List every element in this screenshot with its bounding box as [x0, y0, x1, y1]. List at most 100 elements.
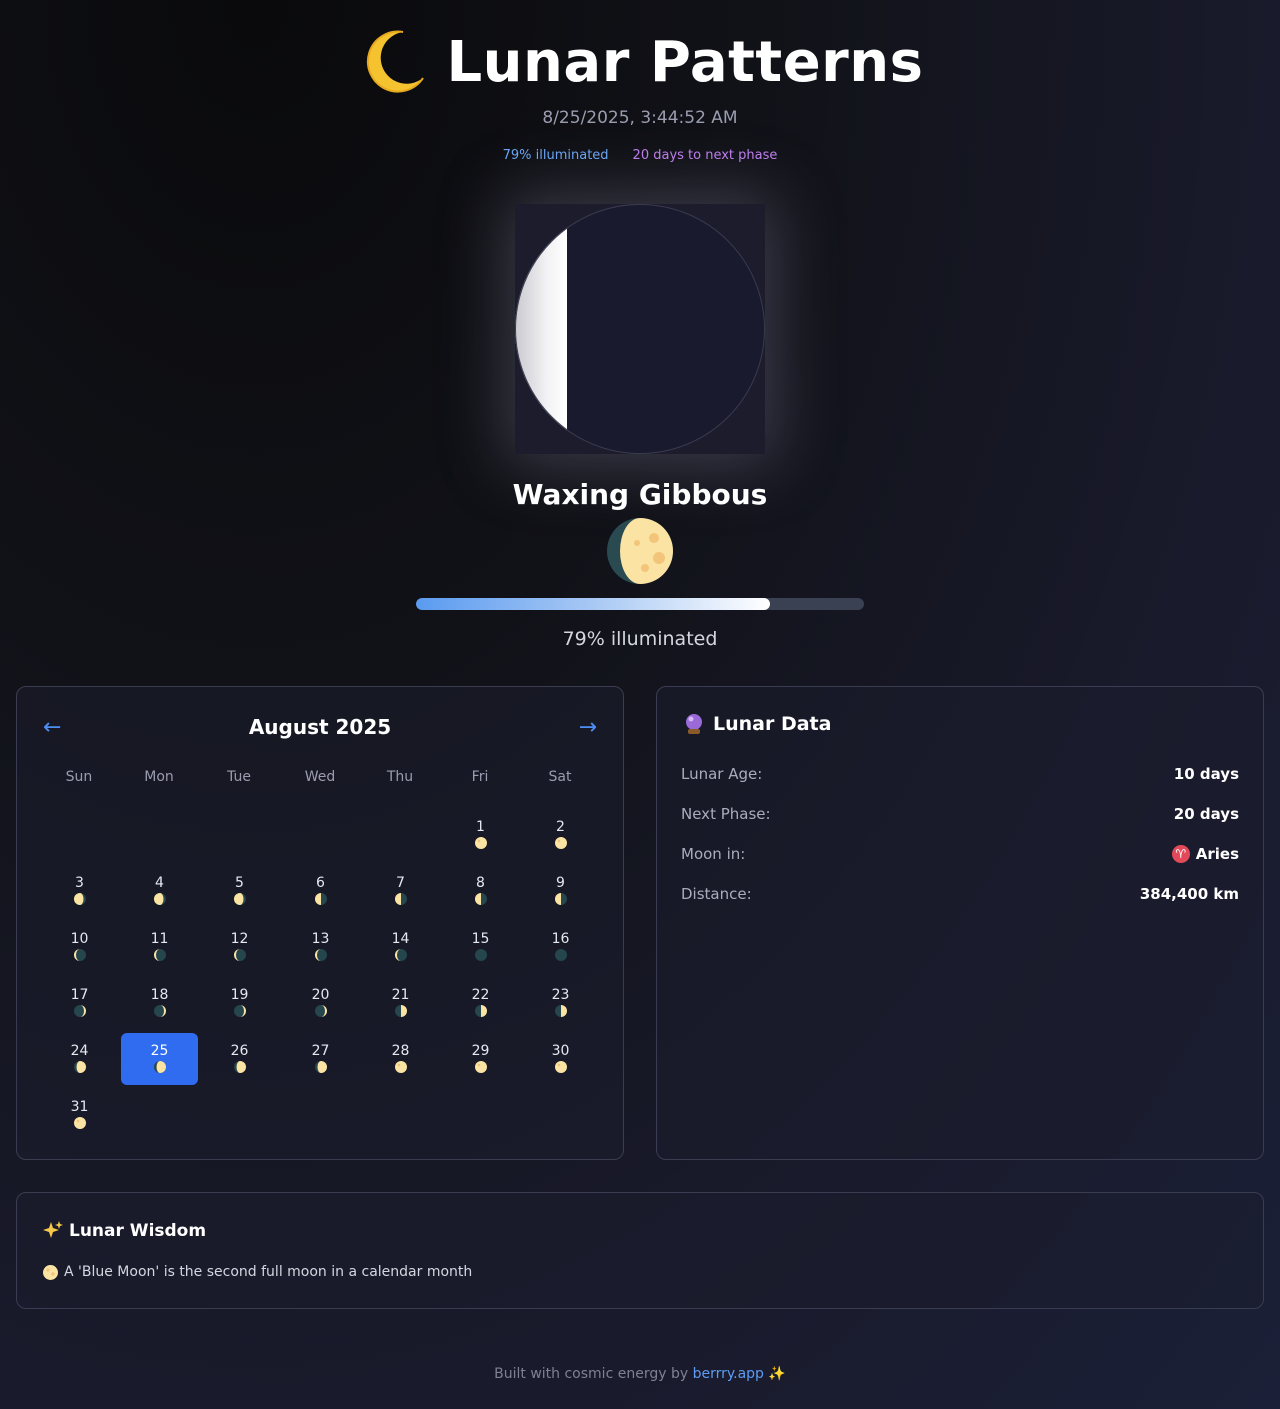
moon-phase-icon	[153, 1005, 166, 1017]
calendar-day[interactable]: 30	[522, 1033, 599, 1085]
distance-value: 384,400 km	[1139, 885, 1239, 903]
calendar-day[interactable]: 14	[362, 921, 439, 973]
calendar-day[interactable]: 20	[282, 977, 359, 1029]
calendar-day[interactable]: 19	[201, 977, 278, 1029]
calendar-day[interactable]: 22	[442, 977, 519, 1029]
sparkles-icon: ✨	[768, 1366, 786, 1382]
lunar-age-label: Lunar Age:	[681, 765, 763, 783]
calendar-day-number: 11	[150, 931, 169, 947]
calendar-day[interactable]: 27	[282, 1033, 359, 1085]
calendar-day[interactable]: 4	[121, 865, 198, 917]
moon-phase-icon	[73, 893, 86, 905]
datetime: 8/25/2025, 3:44:52 AM	[542, 108, 738, 128]
illuminated-pill: 79% illuminated	[502, 148, 609, 163]
calendar-day-number: 1	[476, 819, 485, 835]
page-title: Lunar Patterns	[446, 29, 924, 95]
illumination-progress-fill	[416, 598, 770, 610]
calendar-day-number: 27	[311, 1043, 330, 1059]
full-moon-icon	[43, 1264, 58, 1280]
calendar-day-number: 18	[150, 987, 169, 1003]
calendar-day[interactable]: 21	[362, 977, 439, 1029]
calendar-day-number: 13	[311, 931, 330, 947]
calendar-day[interactable]: 28	[362, 1033, 439, 1085]
moon-phase-icon	[394, 949, 407, 961]
calendar-day[interactable]: 3	[41, 865, 118, 917]
distance-label: Distance:	[681, 885, 752, 903]
calendar-day[interactable]: 1	[442, 809, 519, 861]
calendar-day-number: 19	[230, 987, 249, 1003]
calendar-day[interactable]: 15	[442, 921, 519, 973]
calendar-day[interactable]: 17	[41, 977, 118, 1029]
moon-phase-icon	[153, 1061, 166, 1073]
next-phase-label: Next Phase:	[681, 805, 771, 823]
moon-phase-icon	[314, 1061, 327, 1073]
calendar-day-number: 2	[556, 819, 565, 835]
sparkles-icon	[43, 1221, 63, 1238]
moon-phase-icon	[233, 1005, 246, 1017]
calendar-day[interactable]: 16	[522, 921, 599, 973]
illumination-text: 79% illuminated	[562, 628, 718, 650]
status-pills: 79% illuminated 20 days to next phase	[0, 148, 1280, 163]
calendar-day-selected[interactable]: 25	[121, 1033, 198, 1085]
calendar-day[interactable]: 13	[282, 921, 359, 973]
moon-phase-icon	[73, 949, 86, 961]
calendar-day[interactable]: 11	[121, 921, 198, 973]
moon-phase-icon	[314, 1005, 327, 1017]
calendar-day-number: 8	[476, 875, 485, 891]
calendar-day-number: 7	[396, 875, 405, 891]
moon-visual	[515, 204, 765, 454]
moon-phase-icon	[554, 1061, 567, 1073]
calendar-day-number: 31	[70, 1099, 89, 1115]
lunar-wisdom-title: Lunar Wisdom	[43, 1221, 206, 1241]
moon-phase-icon	[554, 1005, 567, 1017]
calendar-day[interactable]: 12	[201, 921, 278, 973]
weekday-header: Thu	[386, 769, 414, 785]
moon-phase-icon	[73, 1005, 86, 1017]
calendar-day[interactable]: 23	[522, 977, 599, 1029]
calendar-day-number: 30	[551, 1043, 570, 1059]
footer: Built with cosmic energy by berrry.app ✨	[0, 1366, 1280, 1382]
moon-phase-icon	[73, 1061, 86, 1073]
moon-phase-icon	[394, 1005, 407, 1017]
crystal-ball-icon	[686, 714, 702, 734]
weekday-header: Sun	[65, 769, 93, 785]
moon-phase-icon	[474, 1061, 487, 1073]
calendar-day[interactable]: 5	[201, 865, 278, 917]
lunar-wisdom-title-text: Lunar Wisdom	[69, 1221, 207, 1241]
moon-phase-icon	[233, 893, 246, 905]
moon-phase-icon	[394, 1061, 407, 1073]
lunar-wisdom-card: Lunar Wisdom A 'Blue Moon' is the second…	[16, 1192, 1264, 1309]
next-phase-pill: 20 days to next phase	[632, 148, 778, 163]
calendar-day-number: 9	[556, 875, 565, 891]
footer-link[interactable]: berrry.app	[693, 1366, 764, 1382]
calendar-day[interactable]: 31	[41, 1089, 118, 1141]
weekday-header: Tue	[227, 769, 251, 785]
lunar-data-title: Lunar Data	[683, 713, 831, 735]
calendar-day-number: 14	[391, 931, 410, 947]
calendar-day[interactable]: 10	[41, 921, 118, 973]
calendar-day[interactable]: 24	[41, 1033, 118, 1085]
calendar-day[interactable]: 26	[201, 1033, 278, 1085]
calendar-day-number: 24	[70, 1043, 89, 1059]
distance-row: Distance: 384,400 km	[681, 885, 1239, 903]
calendar-day-number: 25	[150, 1043, 169, 1059]
calendar-day[interactable]: 2	[522, 809, 599, 861]
moon-in-sign: Aries	[1195, 845, 1239, 863]
calendar-day[interactable]: 29	[442, 1033, 519, 1085]
footer-text: Built with cosmic energy by	[494, 1366, 689, 1382]
moon-in-row: Moon in: ♈ Aries	[681, 845, 1239, 863]
calendar-day-number: 5	[235, 875, 244, 891]
weekday-header: Wed	[304, 769, 336, 785]
next-month-button[interactable]: →	[579, 715, 597, 740]
calendar-day[interactable]: 7	[362, 865, 439, 917]
moon-phase-icon	[153, 949, 166, 961]
lunar-wisdom-fact-text: A 'Blue Moon' is the second full moon in…	[64, 1264, 473, 1280]
calendar-day[interactable]: 8	[442, 865, 519, 917]
calendar-day[interactable]: 18	[121, 977, 198, 1029]
lunar-wisdom-fact: A 'Blue Moon' is the second full moon in…	[43, 1264, 472, 1280]
calendar-day-number: 3	[75, 875, 84, 891]
moon-phase-icon	[554, 949, 567, 961]
calendar-day[interactable]: 9	[522, 865, 599, 917]
calendar-day[interactable]: 6	[282, 865, 359, 917]
title-row: Lunar Patterns	[0, 24, 1280, 100]
